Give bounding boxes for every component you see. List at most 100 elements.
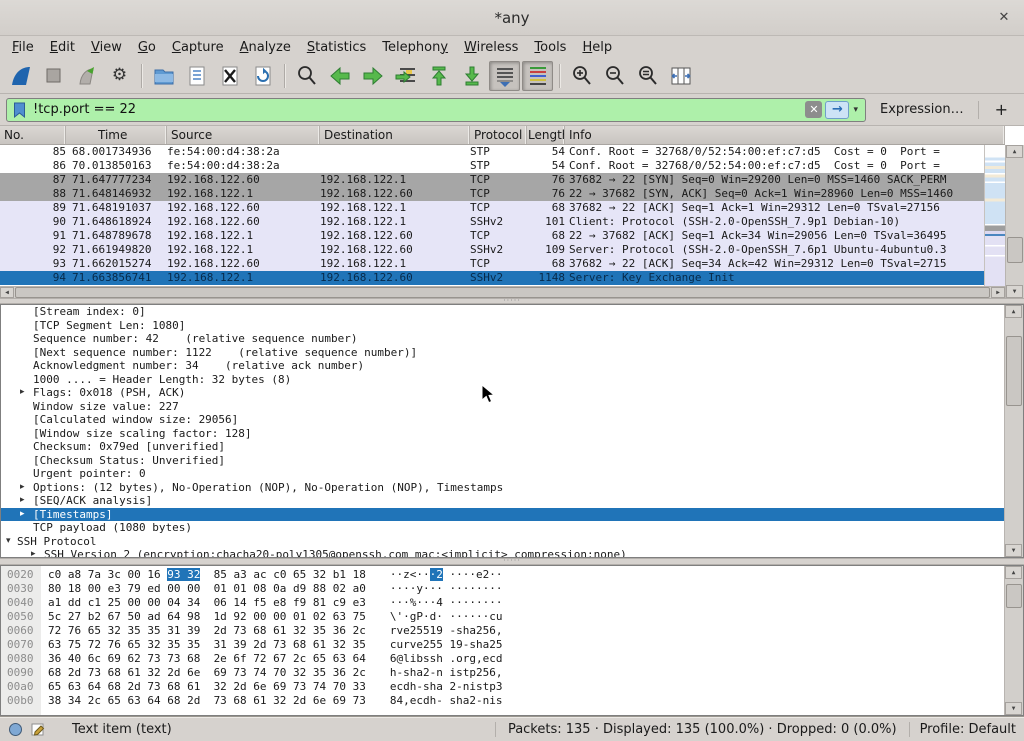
scroll-down-icon[interactable]: ▼ (1005, 544, 1022, 557)
column-header-time[interactable]: Time (66, 126, 167, 144)
detail-line[interactable]: ▸[SEQ/ACK analysis] (1, 494, 1004, 508)
reload-file-button[interactable] (247, 61, 278, 91)
stop-capture-button[interactable] (38, 61, 69, 91)
go-forward-button[interactable] (357, 61, 388, 91)
table-row[interactable]: 9071.648618924192.168.122.60192.168.122.… (0, 215, 984, 229)
expander-icon[interactable]: ▸ (20, 481, 25, 495)
detail-line[interactable]: Checksum: 0x79ed [unverified] (1, 440, 1004, 454)
table-row[interactable]: 8771.647777234192.168.122.60192.168.122.… (0, 173, 984, 187)
column-header-info[interactable]: Info (565, 126, 1005, 144)
detail-line[interactable]: [TCP Segment Len: 1080] (1, 319, 1004, 333)
hex-row[interactable]: 0040a1 dd c1 25 00 00 04 34 06 14 f5 e8 … (1, 596, 1004, 610)
hex-row[interactable]: 00b038 34 2c 65 63 64 68 2d 73 68 61 32 … (1, 694, 1004, 708)
start-capture-button[interactable] (5, 61, 36, 91)
detail-line[interactable]: [Calculated window size: 29056] (1, 413, 1004, 427)
detail-line[interactable]: [Next sequence number: 1122 (relative se… (1, 346, 1004, 360)
detail-line[interactable]: [Stream index: 0] (1, 305, 1004, 319)
display-filter-input[interactable]: !tcp.port == 22 ✕ → ▾ (6, 98, 866, 122)
auto-scroll-toggle[interactable] (489, 61, 520, 91)
zoom-out-button[interactable] (599, 61, 630, 91)
capture-options-button[interactable]: ⚙ (104, 61, 135, 91)
zoom-in-button[interactable] (566, 61, 597, 91)
resize-columns-button[interactable] (665, 61, 696, 91)
detail-line[interactable]: ▸Flags: 0x018 (PSH, ACK) (1, 386, 1004, 400)
clear-filter-button[interactable]: ✕ (805, 101, 822, 118)
packet-list-vertical-scrollbar[interactable]: ▲ ▼ (1005, 145, 1024, 298)
detail-line[interactable]: Acknowledgment number: 34 (relative ack … (1, 359, 1004, 373)
menu-capture[interactable]: Capture (164, 38, 232, 57)
profile-status[interactable]: Profile: Default (910, 722, 1016, 737)
detail-line[interactable]: Urgent pointer: 0 (1, 467, 1004, 481)
go-to-top-button[interactable] (423, 61, 454, 91)
add-filter-button[interactable]: + (985, 100, 1018, 119)
scroll-right-icon[interactable]: ▶ (991, 287, 1005, 298)
expander-icon[interactable]: ▸ (20, 508, 25, 522)
close-file-button[interactable] (214, 61, 245, 91)
column-header-length[interactable]: Length (527, 126, 565, 144)
hex-row[interactable]: 00a065 63 64 68 2d 73 68 61 32 2d 6e 69 … (1, 680, 1004, 694)
scroll-down-icon[interactable]: ▼ (1005, 702, 1022, 715)
hex-row[interactable]: 003080 18 00 e3 79 ed 00 00 01 01 08 0a … (1, 582, 1004, 596)
table-row[interactable]: 8568.001734936fe:54:00:d4:38:2aSTP54Conf… (0, 145, 984, 159)
expression-button[interactable]: Expression… (872, 102, 972, 117)
scroll-up-icon[interactable]: ▲ (1006, 145, 1023, 158)
filter-value[interactable]: !tcp.port == 22 (28, 102, 805, 117)
menu-edit[interactable]: Edit (42, 38, 83, 57)
hex-row[interactable]: 00505c 27 b2 67 50 ad 64 98 1d 92 00 00 … (1, 610, 1004, 624)
scroll-up-icon[interactable]: ▲ (1005, 566, 1022, 579)
table-row[interactable]: 9371.662015274192.168.122.60192.168.122.… (0, 257, 984, 271)
expander-icon[interactable]: ▸ (31, 548, 36, 557)
go-back-button[interactable] (324, 61, 355, 91)
table-row[interactable]: 8670.013850163fe:54:00:d4:38:2aSTP54Conf… (0, 159, 984, 173)
menu-file[interactable]: File (4, 38, 42, 57)
menu-help[interactable]: Help (574, 38, 620, 57)
table-row[interactable]: 8871.648146932192.168.122.1192.168.122.6… (0, 187, 984, 201)
detail-line[interactable]: Window size value: 227 (1, 400, 1004, 414)
detail-line[interactable]: 1000 .... = Header Length: 32 bytes (8) (1, 373, 1004, 387)
table-row[interactable]: 9171.648789678192.168.122.1192.168.122.6… (0, 229, 984, 243)
capture-comment-icon[interactable] (31, 722, 46, 737)
hex-row[interactable]: 007063 75 72 76 65 32 35 35 31 39 2d 73 … (1, 638, 1004, 652)
table-row-selected[interactable]: 9471.663856741192.168.122.1192.168.122.6… (0, 271, 984, 285)
detail-line[interactable]: ▸Options: (12 bytes), No-Operation (NOP)… (1, 481, 1004, 495)
column-header-destination[interactable]: Destination (320, 126, 470, 144)
scroll-left-icon[interactable]: ◀ (0, 287, 14, 298)
table-row[interactable]: 8971.648191037192.168.122.60192.168.122.… (0, 201, 984, 215)
scrollbar-thumb[interactable] (1007, 237, 1023, 263)
detail-line[interactable]: [Checksum Status: Unverified] (1, 454, 1004, 468)
detail-line[interactable]: ▾SSH Protocol (1, 535, 1004, 549)
zoom-reset-button[interactable] (632, 61, 663, 91)
scroll-up-icon[interactable]: ▲ (1005, 305, 1022, 318)
table-row[interactable]: 9271.661949820192.168.122.1192.168.122.6… (0, 243, 984, 257)
find-packet-button[interactable] (291, 61, 322, 91)
column-header-source[interactable]: Source (167, 126, 320, 144)
hex-vertical-scrollbar[interactable]: ▲ ▼ (1004, 566, 1023, 715)
colorize-toggle[interactable] (522, 61, 553, 91)
detail-line[interactable]: [Window size scaling factor: 128] (1, 427, 1004, 441)
menu-statistics[interactable]: Statistics (299, 38, 374, 57)
scrollbar-thumb[interactable] (1006, 336, 1022, 406)
open-file-button[interactable] (148, 61, 179, 91)
details-vertical-scrollbar[interactable]: ▲ ▼ (1004, 305, 1023, 557)
apply-filter-button[interactable]: → (825, 101, 849, 119)
column-header-no[interactable]: No. (0, 126, 66, 144)
hex-row[interactable]: 0020c0 a8 7a 3c 00 16 93 32 85 a3 ac c0 … (1, 568, 1004, 582)
scrollbar-thumb[interactable] (1006, 584, 1022, 608)
menu-analyze[interactable]: Analyze (232, 38, 299, 57)
menu-wireless[interactable]: Wireless (456, 38, 526, 57)
close-button[interactable]: ✕ (994, 8, 1014, 28)
expander-icon[interactable]: ▾ (6, 535, 11, 549)
filter-history-caret-icon[interactable]: ▾ (849, 105, 862, 115)
hex-row[interactable]: 009068 2d 73 68 61 32 2d 6e 69 73 74 70 … (1, 666, 1004, 680)
bookmark-icon[interactable] (10, 101, 28, 119)
go-to-bottom-button[interactable] (456, 61, 487, 91)
pane-splitter[interactable]: ····· (0, 558, 1024, 565)
menu-tools[interactable]: Tools (526, 38, 574, 57)
expander-icon[interactable]: ▸ (20, 386, 25, 400)
menu-go[interactable]: Go (130, 38, 164, 57)
restart-capture-button[interactable] (71, 61, 102, 91)
detail-line[interactable]: Sequence number: 42 (relative sequence n… (1, 332, 1004, 346)
menu-telephony[interactable]: Telephony (374, 38, 456, 57)
save-file-button[interactable] (181, 61, 212, 91)
expert-info-icon[interactable] (8, 722, 23, 737)
